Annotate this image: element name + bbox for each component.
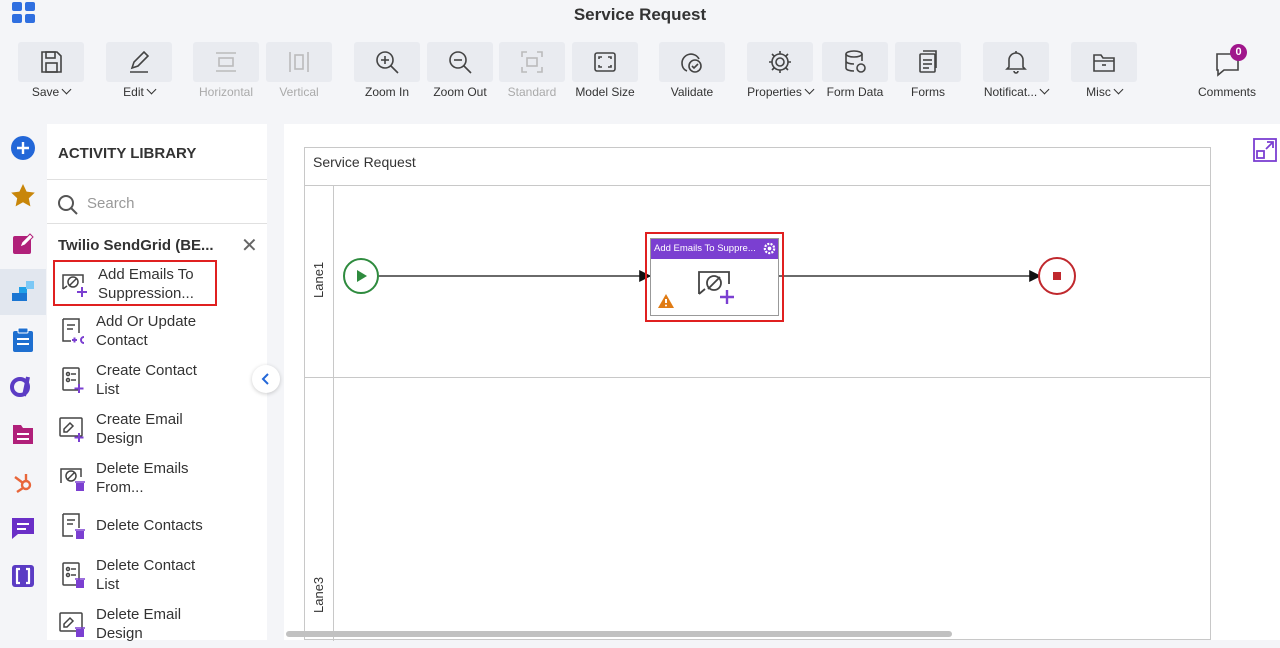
start-event[interactable] [343,258,379,294]
warning-icon [657,293,675,314]
horizontal-scrollbar[interactable] [286,631,952,637]
suppression-add-icon [695,268,737,311]
task-add-emails-to-suppression[interactable]: Add Emails To Suppre... [650,238,779,316]
end-event[interactable] [1038,257,1076,295]
gear-icon[interactable] [763,242,776,260]
task-title: Add Emails To Suppre... [651,239,778,259]
flow-connectors [343,257,1076,295]
